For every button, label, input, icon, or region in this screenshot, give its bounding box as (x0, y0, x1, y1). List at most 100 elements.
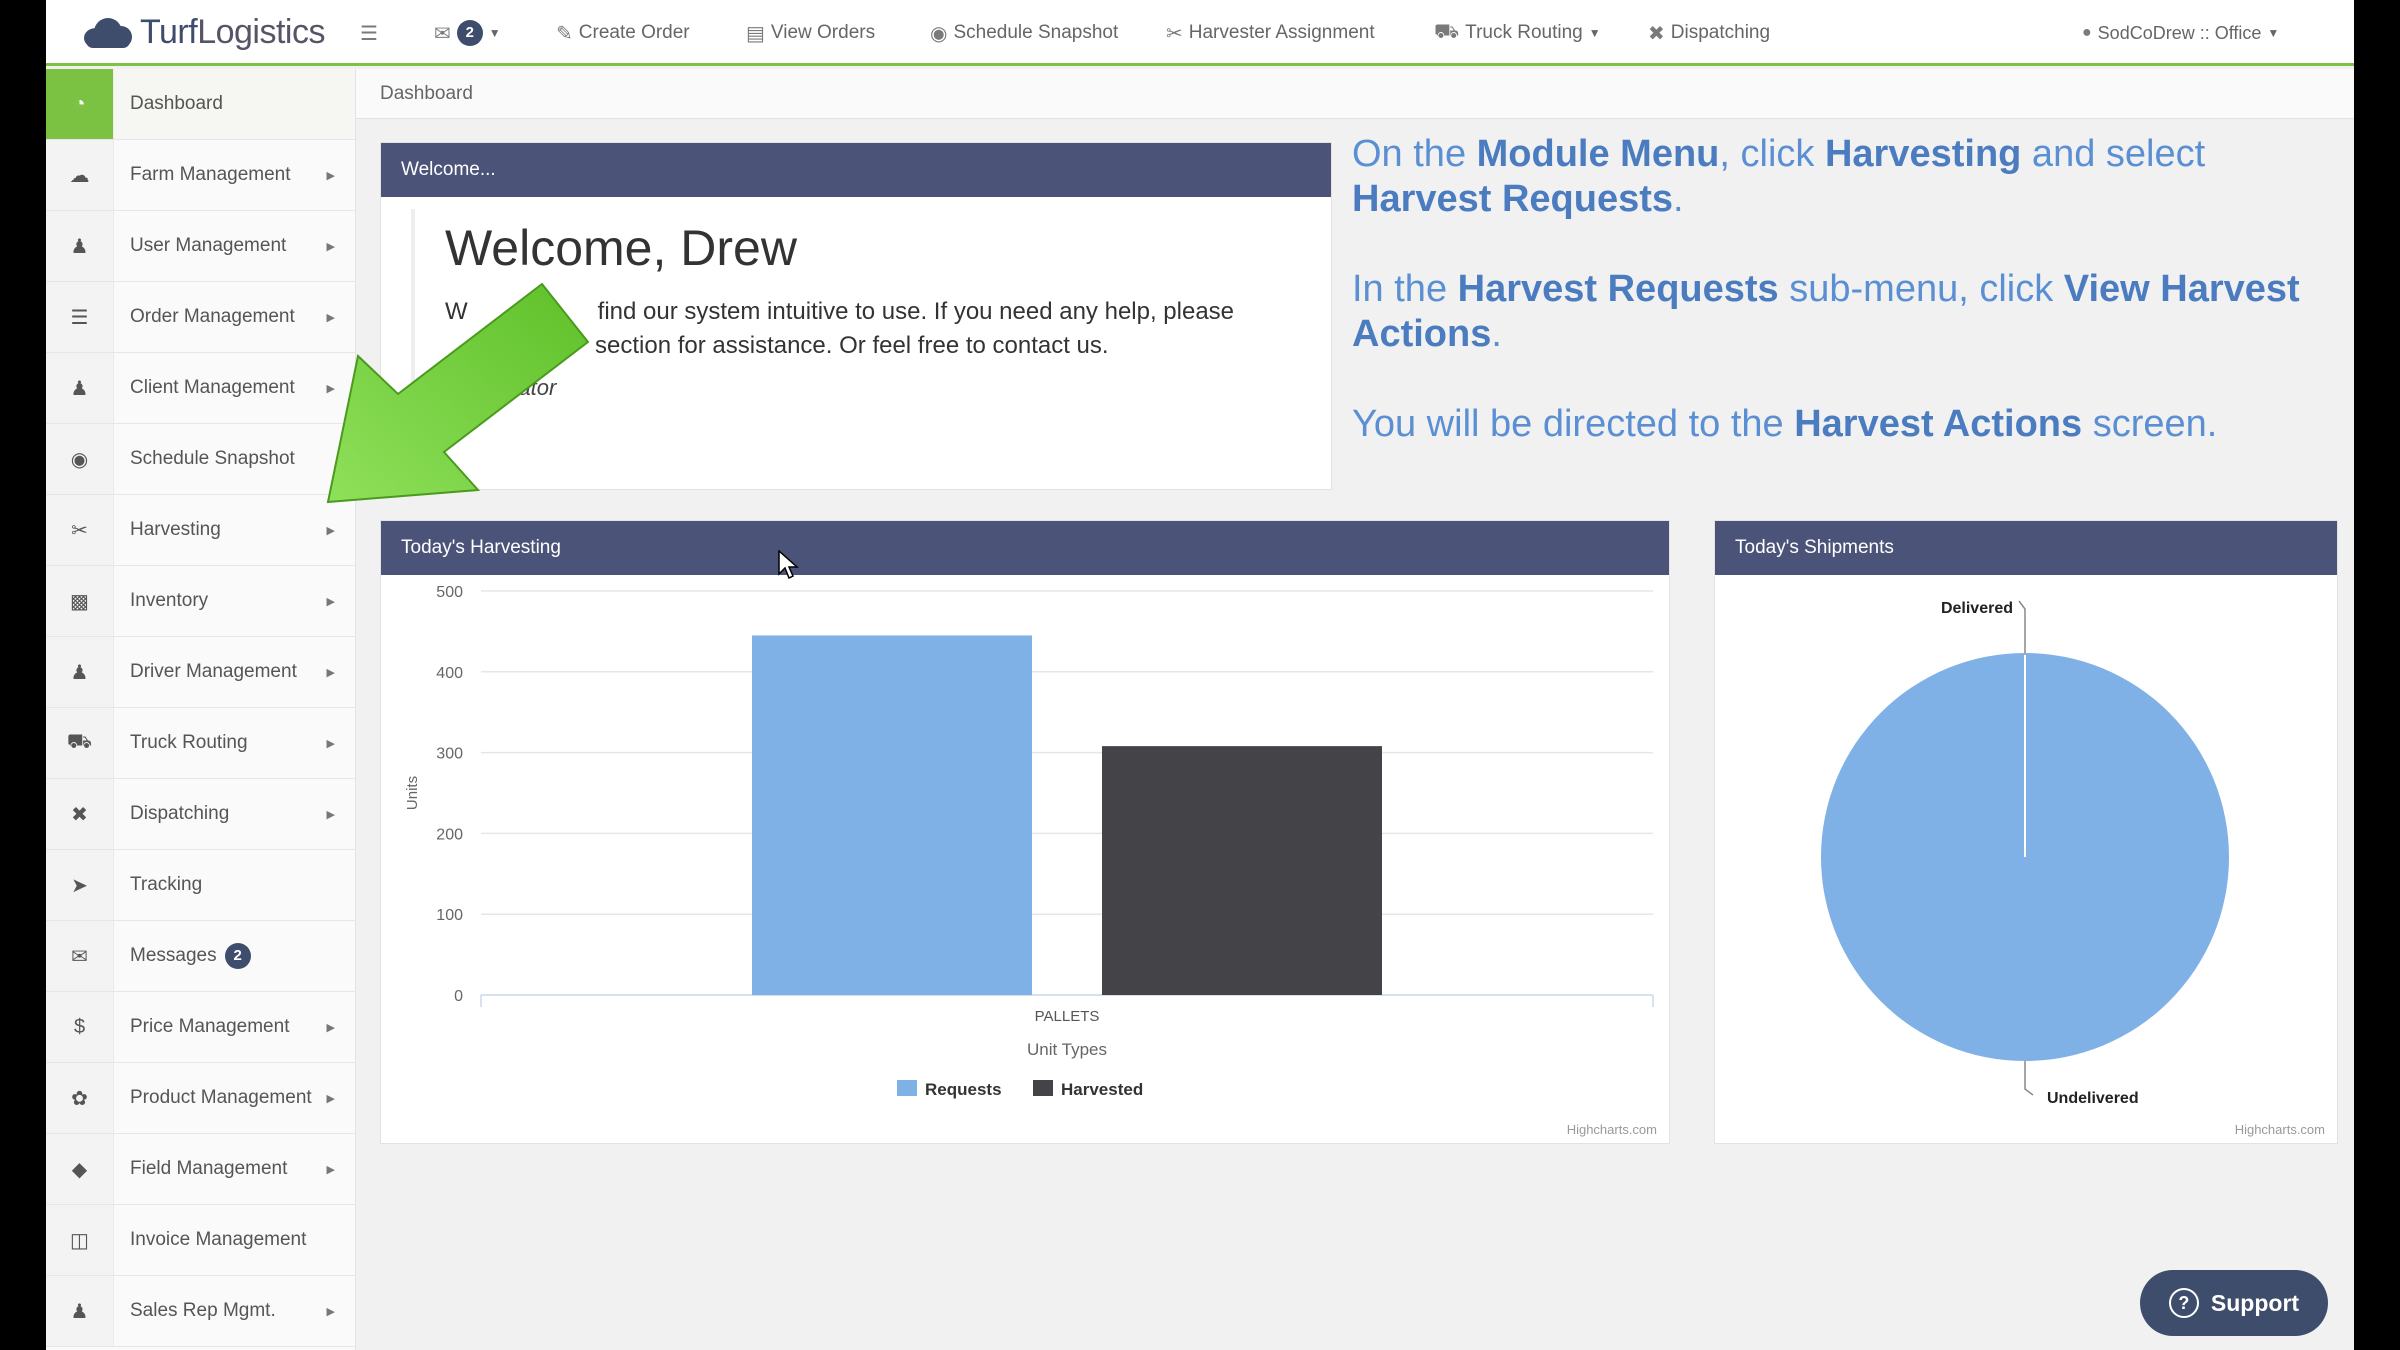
chevron-down-icon: ▼ (2267, 26, 2280, 40)
sidebar-item-order-management[interactable]: ☰ Order Management ▶ (46, 282, 355, 353)
sidebar-item-driver-management[interactable]: ♟ Driver Management ▶ (46, 637, 355, 708)
sidebar-item-label: Client Management (130, 377, 295, 398)
sidebar-item-user-management[interactable]: ♟ User Management ▶ (46, 211, 355, 282)
users-icon: ♟ (46, 1276, 114, 1346)
instruction-text: . (1673, 178, 1684, 220)
logo-text-logistics: Logistics (197, 12, 325, 51)
sidebar-item-label: User Management (130, 235, 287, 256)
sidebar-item-price-management[interactable]: $ Price Management ▶ (46, 992, 355, 1063)
legend-swatch-requests (897, 1080, 917, 1096)
messages-dropdown[interactable]: ✉ 2 ▼ (434, 18, 501, 48)
sidebar-item-label: Schedule Snapshot (130, 448, 295, 469)
dashboard-icon: ◔ (46, 69, 114, 139)
tutorial-arrow-icon (326, 282, 590, 504)
sidebar-item-field-management[interactable]: ◆ Field Management ▶ (46, 1134, 355, 1205)
sidebar-item-schedule-snapshot[interactable]: ◉ Schedule Snapshot (46, 424, 355, 495)
sidebar-item-label: Farm Management (130, 164, 291, 185)
bar-requests (752, 635, 1032, 995)
sidebar-item-label: Product Management (130, 1087, 312, 1108)
cloud-icon: ☁ (46, 140, 114, 210)
messages-count-badge: 2 (224, 943, 251, 969)
harvesting-bar-chart: 0 100 200 300 400 500 PALLETS Unit Types Units Re… (404, 584, 1654, 1099)
logo[interactable]: TurfLogistics (80, 10, 325, 54)
sidebar-item-label: Dispatching (130, 803, 230, 824)
chevron-down-icon: ▼ (488, 26, 501, 40)
highcharts-credit[interactable]: Highcharts.com (2235, 1122, 2325, 1137)
instruction-highlight: Harvest Requests (1457, 268, 1779, 310)
highcharts-credit[interactable]: Highcharts.com (1567, 1122, 1657, 1137)
sidebar-item-invoice-management[interactable]: ◫ Invoice Management (46, 1205, 355, 1276)
pie-data-label-undelivered: Undelivered (2047, 1090, 2139, 1107)
camera-icon: ◉ (46, 424, 114, 494)
sidebar-item-harvesting[interactable]: ✂ Harvesting ▶ (46, 495, 355, 566)
instruction-text: , click (1719, 133, 1825, 175)
sidebar-item-tracking[interactable]: ➤ Tracking (46, 850, 355, 921)
nav-create-order[interactable]: ✎ Create Order (556, 18, 690, 48)
instruction-text: On the (1352, 133, 1477, 175)
welcome-line1-end: find our system intuitive to use. If you… (597, 298, 1235, 325)
shipments-pie-chart: Delivered Undelivered (1821, 600, 2229, 1107)
chevron-right-icon: ▶ (326, 1092, 335, 1105)
sidebar-item-label: Dashboard (130, 93, 223, 114)
sidebar-item-dispatching[interactable]: ✖ Dispatching ▶ (46, 779, 355, 850)
pie-data-label-delivered: Delivered (1941, 600, 2013, 617)
sidebar-item-product-management[interactable]: ✿ Product Management ▶ (46, 1063, 355, 1134)
scissors-icon: ✂ (1166, 22, 1183, 45)
support-label: Support (2210, 1289, 2300, 1316)
logo-text-turf: Turf (140, 12, 198, 51)
legend-label-harvested: Harvested (1061, 1080, 1143, 1099)
legend-swatch-harvested (1033, 1080, 1053, 1096)
sidebar-item-label: Driver Management (130, 661, 297, 682)
chevron-right-icon: ▶ (326, 1305, 335, 1318)
nav-schedule-snapshot[interactable]: ◉ Schedule Snapshot (930, 18, 1118, 48)
instruction-text: sub-menu, click (1778, 268, 2064, 310)
leaf-icon: ✿ (46, 1063, 114, 1133)
todays-shipments-panel: Today's Shipments Delivered Undelivered H… (1714, 520, 2338, 1144)
instruction-step-3: You will be directed to the Harvest Acti… (1352, 402, 2342, 447)
y-tick-label: 200 (436, 826, 463, 843)
user-label: SodCoDrew :: Office (2097, 22, 2262, 43)
sidebar-item-dashboard[interactable]: ◔ Dashboard (46, 69, 355, 140)
sidebar-item-label: Tracking (130, 874, 203, 895)
nav-view-orders[interactable]: ▤ View Orders (746, 18, 875, 48)
envelope-icon: ✉ (46, 921, 114, 991)
sidebar-item-label: Messages (130, 945, 217, 966)
nav-truck-routing[interactable]: ⛟ Truck Routing ▼ (1434, 18, 1601, 48)
nav-harvester-assignment[interactable]: ✂ Harvester Assignment (1166, 18, 1375, 48)
y-tick-label: 300 (436, 746, 463, 763)
bar-harvested (1102, 746, 1382, 995)
sidebar-item-truck-routing[interactable]: ⛟ Truck Routing ▶ (46, 708, 355, 779)
list-icon: ☰ (46, 282, 114, 352)
chevron-down-icon: ▼ (1588, 26, 1601, 40)
breadcrumb-dashboard[interactable]: Dashboard (380, 83, 473, 105)
sidebar-item-label: Invoice Management (130, 1229, 307, 1250)
sidebar-item-client-management[interactable]: ♟ Client Management ▶ (46, 353, 355, 424)
panel-header: Today's Shipments (1715, 521, 2337, 575)
sidebar-item-label: Price Management (130, 1016, 290, 1037)
panel-header: Today's Harvesting (381, 521, 1669, 575)
sidebar-item-inventory[interactable]: ▩ Inventory ▶ (46, 566, 355, 637)
sidebar-item-sales-rep-mgmt[interactable]: ♟ Sales Rep Mgmt. ▶ (46, 1276, 355, 1347)
panel-header: Welcome... (381, 143, 1331, 197)
nav-dispatching[interactable]: ✖ Dispatching (1648, 18, 1770, 48)
nav-label: Truck Routing (1465, 22, 1583, 43)
support-button[interactable]: ? Support (2140, 1270, 2328, 1336)
sidebar-item-label: Truck Routing (130, 732, 248, 753)
sidebar-item-label: Field Management (130, 1158, 288, 1179)
y-tick-label: 0 (454, 988, 463, 1005)
user-menu[interactable]: ● SodCoDrew :: Office ▼ (2082, 18, 2279, 48)
x-category-label: PALLETS (1035, 1008, 1100, 1025)
dollar-icon: $ (46, 992, 114, 1062)
dispatch-icon: ✖ (1648, 22, 1665, 45)
app-window: TurfLogistics ☰ ✉ 2 ▼ ✎ Create Order ▤ V… (46, 0, 2354, 1350)
hamburger-menu-button[interactable]: ☰ (360, 18, 384, 48)
instruction-text: screen. (2082, 403, 2218, 445)
sidebar-item-farm-management[interactable]: ☁ Farm Management ▶ (46, 140, 355, 211)
x-axis-title: Unit Types (1027, 1040, 1107, 1059)
location-arrow-icon: ➤ (46, 850, 114, 920)
y-axis-title: Units (404, 776, 421, 810)
sidebar-item-messages[interactable]: ✉ Messages 2 (46, 921, 355, 992)
folder-open-icon: ◫ (46, 1205, 114, 1275)
chevron-right-icon: ▶ (326, 808, 335, 821)
chevron-right-icon: ▶ (326, 169, 335, 182)
